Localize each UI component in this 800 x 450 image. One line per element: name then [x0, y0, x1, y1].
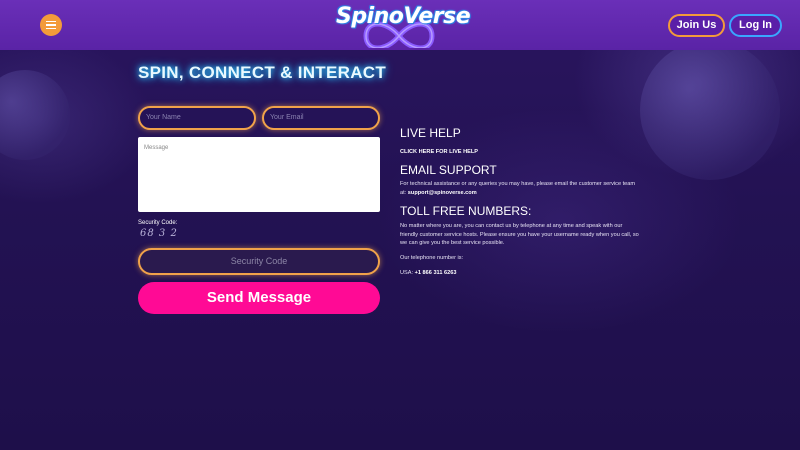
- top-header: SpinoVerse Join Us Log In: [0, 0, 800, 50]
- message-textarea[interactable]: Message: [138, 137, 380, 212]
- hamburger-icon: [46, 24, 56, 26]
- email-support-text: For technical assistance or any queries …: [400, 180, 640, 197]
- hamburger-menu-button[interactable]: [40, 14, 62, 36]
- join-us-button[interactable]: Join Us: [668, 14, 725, 37]
- logo[interactable]: SpinoVerse: [336, 2, 471, 48]
- hamburger-icon: [46, 20, 56, 23]
- email-support-heading: EMAIL SUPPORT: [400, 163, 497, 177]
- name-input[interactable]: Your Name: [138, 106, 256, 130]
- phone-line: USA: +1 866 311 6263: [400, 269, 640, 278]
- support-email-link[interactable]: support@spinoverse.com: [408, 190, 477, 196]
- toll-free-heading: TOLL FREE NUMBERS:: [400, 204, 532, 218]
- logo-text: SpinoVerse: [336, 4, 471, 29]
- toll-free-text: No matter where you are, you can contact…: [400, 223, 639, 246]
- captcha-image: 68 3 2: [140, 228, 178, 239]
- phone-prefix: USA:: [400, 270, 414, 276]
- email-input[interactable]: Your Email: [262, 106, 380, 130]
- security-code-label: Security Code:: [138, 220, 178, 226]
- planet-decoration: [640, 40, 780, 180]
- send-message-button[interactable]: Send Message: [138, 282, 380, 314]
- live-help-link[interactable]: CLICK HERE FOR LIVE HELP: [400, 148, 640, 157]
- phone-intro: Our telephone number is:: [400, 255, 464, 261]
- phone-number[interactable]: +1 866 311 6263: [415, 270, 457, 276]
- page-title: SPIN, CONNECT & INTERACT: [138, 63, 387, 82]
- hamburger-icon: [46, 27, 56, 30]
- live-help-heading: LIVE HELP: [400, 126, 461, 140]
- security-code-input[interactable]: Security Code: [138, 248, 380, 275]
- log-in-button[interactable]: Log In: [729, 14, 782, 37]
